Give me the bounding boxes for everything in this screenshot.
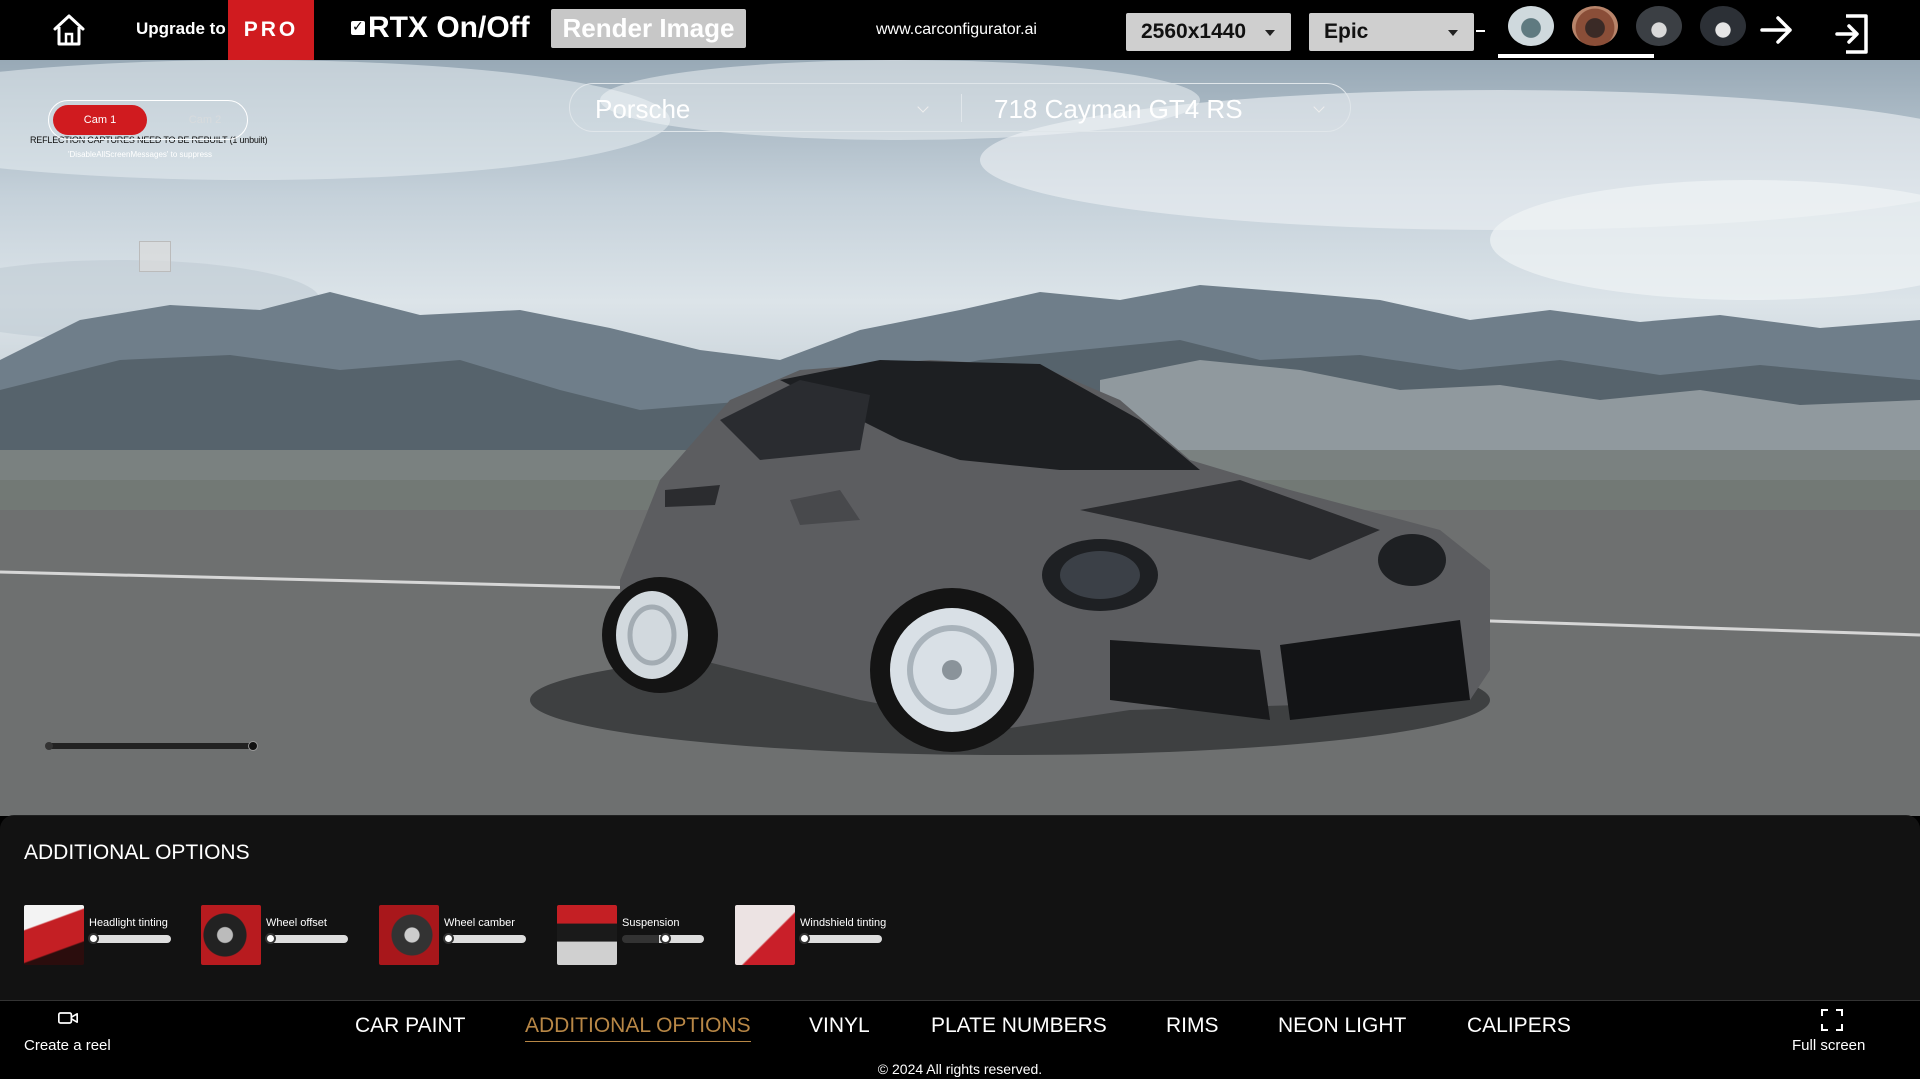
resolution-dropdown[interactable]: 2560x1440: [1126, 13, 1291, 51]
copyright-footer: © 2024 All rights reserved.: [0, 1059, 1920, 1079]
bottom-navigation: Create a reel CAR PAINT ADDITIONAL OPTIO…: [0, 1000, 1920, 1058]
separator-dash: [1476, 30, 1485, 32]
option-slider[interactable]: [799, 933, 882, 944]
rtx-checkbox[interactable]: [351, 18, 365, 35]
fullscreen-icon: [1821, 1009, 1843, 1031]
quality-value: Epic: [1324, 20, 1369, 43]
headlight-thumbnail: [24, 905, 84, 965]
slider-knob[interactable]: [799, 933, 810, 944]
create-reel-button[interactable]: Create a reel: [22, 1005, 118, 1055]
option-label: Wheel camber: [444, 917, 515, 929]
option-slider[interactable]: [443, 933, 526, 944]
slider-knob[interactable]: [443, 933, 454, 944]
camera-toggle: Cam 1 Cam 2: [48, 100, 248, 140]
slider-knob[interactable]: [88, 933, 99, 944]
render-image-button[interactable]: Render Image: [551, 9, 746, 48]
suppress-hint: 'DisableAllScreenMessages' to suppress: [68, 150, 213, 159]
windshield-thumbnail: [735, 905, 795, 965]
home-button[interactable]: [50, 12, 88, 48]
scene-thumb-2[interactable]: [1572, 6, 1618, 46]
slider-knob[interactable]: [660, 933, 672, 944]
option-wheel-offset: Wheel offset: [201, 905, 361, 967]
thumb-selection-indicator: [1498, 54, 1654, 58]
model-dropdown[interactable]: 718 Cayman GT4 RS: [994, 94, 1243, 125]
option-windshield-tinting: Windshield tinting: [735, 905, 895, 967]
exit-button[interactable]: [1834, 12, 1870, 56]
tab-rims[interactable]: RIMS: [1166, 1014, 1219, 1038]
scene-illustration: [0, 60, 1920, 816]
site-url: www.carconfigurator.ai: [876, 21, 1037, 38]
option-wheel-camber: Wheel camber: [379, 905, 539, 967]
chevron-down-icon[interactable]: [1313, 101, 1325, 113]
caret-down-icon: [1448, 30, 1458, 36]
next-button[interactable]: [1759, 14, 1795, 46]
zoom-slider[interactable]: [45, 741, 258, 751]
fullscreen-label: Full screen: [1792, 1037, 1866, 1054]
suspension-thumbnail: [557, 905, 617, 965]
tab-calipers[interactable]: CALIPERS: [1467, 1014, 1571, 1038]
tab-neon-light[interactable]: NEON LIGHT: [1278, 1014, 1406, 1038]
quality-dropdown[interactable]: Epic: [1309, 13, 1474, 51]
fullscreen-button[interactable]: Full screen: [1786, 1005, 1878, 1055]
video-camera-icon: [58, 1012, 78, 1024]
brand-dropdown[interactable]: Porsche: [595, 94, 690, 125]
scene-thumb-4[interactable]: [1700, 6, 1746, 46]
tab-car-paint[interactable]: CAR PAINT: [355, 1014, 465, 1038]
option-slider[interactable]: [622, 933, 704, 944]
tab-plate-numbers[interactable]: PLATE NUMBERS: [931, 1014, 1107, 1038]
additional-options-panel: ADDITIONAL OPTIONS Headlight tinting Whe…: [0, 815, 1920, 1000]
wheel-camber-thumbnail: [379, 905, 439, 965]
create-reel-label: Create a reel: [24, 1037, 111, 1054]
tab-vinyl[interactable]: VINYL: [809, 1014, 870, 1038]
debug-square[interactable]: [139, 241, 171, 272]
wheel-offset-thumbnail: [201, 905, 261, 965]
scene-thumb-1[interactable]: [1508, 6, 1554, 46]
option-slider[interactable]: [265, 933, 348, 944]
option-slider[interactable]: [88, 933, 171, 944]
option-label: Windshield tinting: [800, 917, 887, 929]
option-suspension: Suspension: [557, 905, 717, 967]
panel-title: ADDITIONAL OPTIONS: [24, 841, 250, 864]
scene-thumb-3[interactable]: [1636, 6, 1682, 46]
option-label: Wheel offset: [266, 917, 327, 929]
arrow-right-icon: [1760, 16, 1792, 44]
caret-down-icon: [1265, 30, 1275, 36]
option-label: Headlight tinting: [89, 917, 168, 929]
brand-model-selector: Porsche 718 Cayman GT4 RS: [569, 83, 1351, 132]
exit-icon: [1835, 14, 1868, 54]
option-label: Suspension: [622, 917, 680, 929]
cam2-button[interactable]: Cam 2: [169, 105, 241, 135]
pro-button[interactable]: PRO: [228, 0, 314, 60]
option-headlight-tinting: Headlight tinting: [24, 905, 184, 967]
chevron-down-icon[interactable]: [917, 101, 929, 113]
zoom-slider-knob[interactable]: [248, 741, 258, 751]
resolution-value: 2560x1440: [1141, 20, 1247, 43]
rtx-label[interactable]: RTX On/Off: [368, 11, 530, 45]
home-icon: [53, 14, 85, 46]
selector-divider: [961, 94, 962, 122]
slider-knob[interactable]: [265, 933, 276, 944]
top-bar: Upgrade to PRO RTX On/Off Render Image w…: [0, 0, 1920, 60]
car-viewport[interactable]: REFLECTION CAPTURES NEED TO BE REBUILT (…: [0, 60, 1920, 816]
tab-additional-options[interactable]: ADDITIONAL OPTIONS: [525, 1014, 751, 1042]
upgrade-label: Upgrade to: [136, 19, 226, 38]
cam1-button[interactable]: Cam 1: [53, 105, 147, 135]
